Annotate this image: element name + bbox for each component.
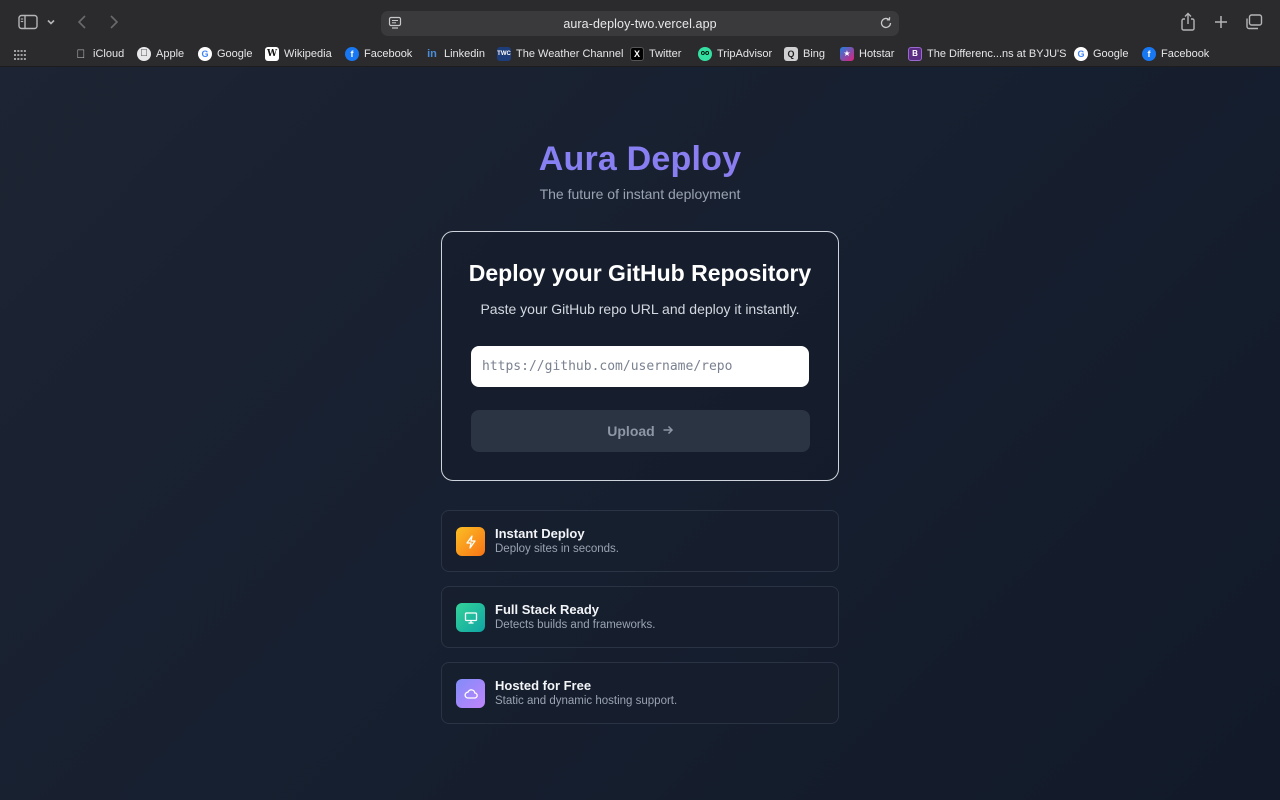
bookmark-weather-channel[interactable]: TWC The Weather Channel [497,45,623,62]
bookmark-label: Wikipedia [284,47,332,60]
bookmark-twitter[interactable]: X Twitter [630,45,681,62]
page-settings-icon[interactable] [388,16,402,35]
wikipedia-icon: W [265,46,279,61]
address-bar[interactable]: aura-deploy-two.vercel.app [381,11,899,36]
bookmark-label: Google [1093,47,1129,60]
feature-title: Full Stack Ready [495,602,600,617]
bookmark-apple[interactable]:  Apple [137,45,184,62]
feature-title: Instant Deploy [495,526,585,541]
repo-url-input[interactable] [471,346,809,387]
deploy-card-title: Deploy your GitHub Repository [468,260,812,286]
bookmark-hotstar[interactable]: ★ Hotstar [840,45,894,62]
facebook-icon: f [345,46,359,61]
share-icon[interactable] [1179,10,1197,34]
bookmark-label: Facebook [1161,47,1210,60]
tab-overview-icon[interactable] [1244,10,1264,34]
bookmark-label: Bing [803,47,826,60]
linkedin-icon: in [427,47,437,60]
facebook-icon: f [1142,46,1156,61]
feature-description: Static and dynamic hosting support. [495,695,678,707]
bookmark-label: Hotstar [859,47,895,60]
back-icon[interactable] [74,10,90,34]
byjus-icon: B [908,46,922,61]
bookmark-google[interactable]: G Google [198,45,252,62]
forward-icon[interactable] [106,10,122,34]
cloud-icon [456,679,485,708]
bookmark-label: The Weather Channel [516,47,624,60]
hotstar-icon: ★ [840,46,854,61]
bookmark-bing[interactable]: Q Bing [784,45,825,62]
bookmark-label: The Differenc...ns at BYJU'S [927,47,1067,60]
upload-button[interactable]: Upload [471,410,810,452]
bookmark-label: Apple [156,47,185,60]
google-icon: G [1074,46,1088,61]
bookmark-facebook[interactable]: f Facebook [345,45,412,62]
bookmark-tripadvisor[interactable]: oo TripAdvisor [698,45,772,62]
bookmark-google-2[interactable]: G Google [1074,45,1128,62]
feature-description: Detects builds and frameworks. [495,619,656,631]
apple-icon:  [74,47,88,61]
bookmark-label: Linkedin [444,47,485,60]
weather-channel-icon: TWC [497,46,511,61]
google-icon: G [198,46,212,61]
new-tab-icon[interactable] [1212,10,1230,34]
address-url: aura-deploy-two.vercel.app [563,16,717,31]
apple-icon:  [137,46,151,61]
x-icon: X [630,46,644,61]
bookmark-label: TripAdvisor [717,47,773,60]
bookmark-label: Facebook [364,47,413,60]
bing-icon: Q [784,46,798,61]
lightning-icon [456,527,485,556]
chevron-down-icon[interactable] [45,10,57,34]
browser-chrome: aura-deploy-two.vercel.app  iCloud  Ap… [0,0,1280,67]
monitor-icon [456,603,485,632]
reload-icon[interactable] [879,16,893,35]
bookmark-label: iCloud [93,47,125,60]
bookmark-icloud[interactable]:  iCloud [74,45,125,62]
bookmark-wikipedia[interactable]: W Wikipedia [265,45,332,62]
brand-title: Aura Deploy [0,140,1280,179]
feature-card-hosted-free: Hosted for Free Static and dynamic hosti… [441,662,839,724]
feature-card-instant-deploy: Instant Deploy Deploy sites in seconds. [441,510,839,572]
deploy-card: Deploy your GitHub Repository Paste your… [441,231,839,481]
bookmark-label: Twitter [649,47,682,60]
apps-grid-icon[interactable] [14,47,26,65]
upload-button-label: Upload [607,423,655,439]
sidebar-toggle-icon[interactable] [17,10,39,34]
feature-title: Hosted for Free [495,678,592,693]
deploy-card-subtitle: Paste your GitHub repo URL and deploy it… [480,301,800,317]
feature-card-full-stack: Full Stack Ready Detects builds and fram… [441,586,839,648]
bookmark-label: Google [217,47,253,60]
brand-tagline: The future of instant deployment [539,186,741,202]
feature-description: Deploy sites in seconds. [495,543,620,555]
bookmark-facebook-2[interactable]: f Facebook [1142,45,1209,62]
bookmark-byjus[interactable]: B The Differenc...ns at BYJU'S [908,45,1066,62]
tripadvisor-icon: oo [698,46,712,61]
bookmark-linkedin[interactable]: in Linkedin [425,45,485,62]
arrow-right-icon [662,423,674,439]
browser-toolbar: aura-deploy-two.vercel.app [0,0,1280,44]
